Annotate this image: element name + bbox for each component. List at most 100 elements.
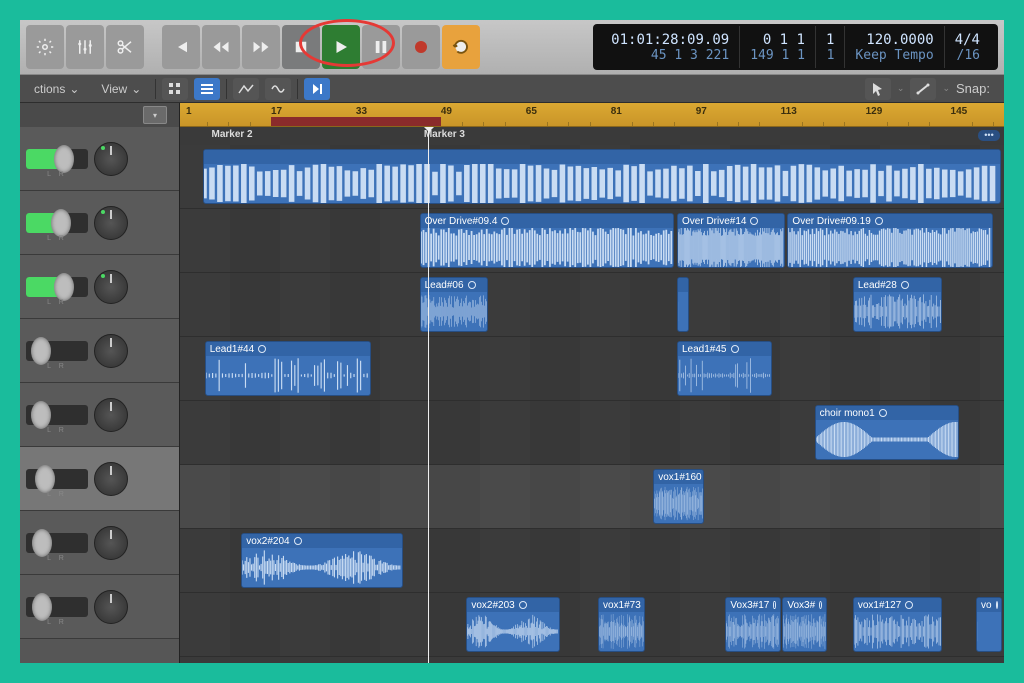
stop-button[interactable]	[282, 25, 320, 69]
pan-dial[interactable]	[94, 590, 128, 624]
track-header[interactable]: L R	[20, 127, 179, 191]
loop-icon	[294, 537, 302, 545]
pointer-tool-icon[interactable]	[865, 78, 891, 100]
audio-region[interactable]: vox2#203	[466, 597, 559, 652]
record-button[interactable]	[402, 25, 440, 69]
audio-region[interactable]: Lead1#44	[205, 341, 371, 396]
volume-fader[interactable]	[26, 341, 88, 361]
track-lane[interactable]: vox2#204	[180, 529, 1004, 593]
forward-button[interactable]	[242, 25, 280, 69]
audio-region[interactable]	[677, 277, 689, 332]
mixer-icon[interactable]	[66, 25, 104, 69]
play-button[interactable]	[322, 25, 360, 69]
audio-region[interactable]: Lead1#45	[677, 341, 772, 396]
audio-region[interactable]: Lead#28	[853, 277, 942, 332]
audio-region[interactable]: Over Drive#09.4	[420, 213, 675, 268]
pan-dial[interactable]	[94, 206, 128, 240]
pan-label: L R	[26, 171, 88, 178]
pan-dial[interactable]	[94, 526, 128, 560]
scissors-icon[interactable]	[106, 25, 144, 69]
marker-lane[interactable]: ••• Marker 2Marker 3	[180, 127, 1004, 145]
region-label: vox1#127	[858, 600, 901, 611]
volume-fader[interactable]	[26, 277, 88, 297]
pan-dial[interactable]	[94, 142, 128, 176]
loop-icon	[819, 601, 822, 609]
region-label: Over Drive#09.19	[792, 216, 870, 227]
grid-view-icon[interactable]	[162, 78, 188, 100]
loop-icon	[773, 601, 775, 609]
volume-fader[interactable]	[26, 533, 88, 553]
audio-region[interactable]: vox1#73	[598, 597, 645, 652]
bar-ruler[interactable]: 1173349658197113129145	[180, 103, 1004, 127]
pan-label: L R	[26, 619, 88, 626]
tempo-mode: Keep Tempo	[855, 48, 933, 63]
region-label: Over Drive#14	[682, 216, 746, 227]
automation-icon[interactable]	[233, 78, 259, 100]
pan-dial[interactable]	[94, 334, 128, 368]
marker[interactable]: Marker 2	[211, 129, 252, 140]
marquee-tool-icon[interactable]	[910, 78, 936, 100]
track-lane[interactable]: choir mono1	[180, 401, 1004, 465]
volume-fader[interactable]	[26, 597, 88, 617]
functions-menu[interactable]: ctions⌄	[26, 80, 87, 98]
track-lane[interactable]: Over Drive#09.4 Over Drive#14 Over Drive#0…	[180, 209, 1004, 273]
cycle-range[interactable]	[271, 117, 441, 126]
pan-dial[interactable]	[94, 462, 128, 496]
region-label: vox2#204	[246, 536, 289, 547]
track-header[interactable]: L R	[20, 511, 179, 575]
go-to-start-button[interactable]	[162, 25, 200, 69]
track-header-menu-icon[interactable]: ▾	[143, 106, 167, 124]
pause-button[interactable]	[362, 25, 400, 69]
pan-label: L R	[26, 299, 88, 306]
region-label: vox2#203	[471, 600, 514, 611]
track-header[interactable]: L R	[20, 191, 179, 255]
audio-region[interactable]: Over Drive#14	[677, 213, 785, 268]
pan-dial[interactable]	[94, 270, 128, 304]
audio-region[interactable]: vox2#204	[241, 533, 402, 588]
audio-region[interactable]: Over Drive#09.19	[787, 213, 993, 268]
loop-icon	[468, 281, 476, 289]
settings-icon[interactable]	[26, 25, 64, 69]
catch-playhead-icon[interactable]	[304, 78, 330, 100]
time-signature: 4/4	[955, 32, 980, 48]
loop-icon	[501, 217, 509, 225]
region-label: Lead#06	[425, 280, 464, 291]
track-lane[interactable]: Lead1#44 Lead1#45	[180, 337, 1004, 401]
pan-dial[interactable]	[94, 398, 128, 432]
track-lane[interactable]	[180, 145, 1004, 209]
lcd-display[interactable]: 01:01:28:09.0945 1 3 221 0 1 1149 1 1 11…	[593, 24, 998, 70]
volume-fader[interactable]	[26, 149, 88, 169]
track-lane[interactable]: vox1#160	[180, 465, 1004, 529]
audio-region[interactable]: vox1#160	[653, 469, 704, 524]
track-header[interactable]: L R	[20, 319, 179, 383]
smpte-position: 01:01:28:09.09	[611, 32, 729, 48]
track-header[interactable]: L R	[20, 575, 179, 639]
ruler-tick: 49	[441, 106, 452, 117]
arrange-area[interactable]: 1173349658197113129145 ••• Marker 2Marke…	[180, 103, 1004, 663]
region-label: Lead#28	[858, 280, 897, 291]
audio-region[interactable]: Vox3#17	[725, 597, 780, 652]
audio-region[interactable]	[203, 149, 1002, 204]
volume-fader[interactable]	[26, 213, 88, 233]
list-view-icon[interactable]	[194, 78, 220, 100]
track-lane[interactable]: vox2#203 vox1#73 Vox3#17Vox3# vox1#127 vo	[180, 593, 1004, 657]
audio-region[interactable]: Vox3#	[782, 597, 827, 652]
audio-region[interactable]: choir mono1	[815, 405, 959, 460]
audio-region[interactable]: vox1#127	[853, 597, 942, 652]
rewind-button[interactable]	[202, 25, 240, 69]
audio-region[interactable]: vo	[976, 597, 1001, 652]
region-label: vox1#73	[603, 600, 641, 611]
track-header[interactable]: L R	[20, 447, 179, 511]
track-lane[interactable]: Lead#06 Lead#28	[180, 273, 1004, 337]
audio-region[interactable]: Lead#06	[420, 277, 488, 332]
volume-fader[interactable]	[26, 405, 88, 425]
playhead[interactable]	[428, 127, 429, 663]
track-header[interactable]: L R	[20, 383, 179, 447]
volume-fader[interactable]	[26, 469, 88, 489]
view-menu[interactable]: View⌄	[93, 80, 149, 98]
track-header[interactable]: L R	[20, 255, 179, 319]
flex-icon[interactable]	[265, 78, 291, 100]
more-markers-icon[interactable]: •••	[978, 130, 1000, 141]
cycle-button[interactable]	[442, 25, 480, 69]
snap-menu[interactable]: Snap:	[956, 81, 998, 96]
